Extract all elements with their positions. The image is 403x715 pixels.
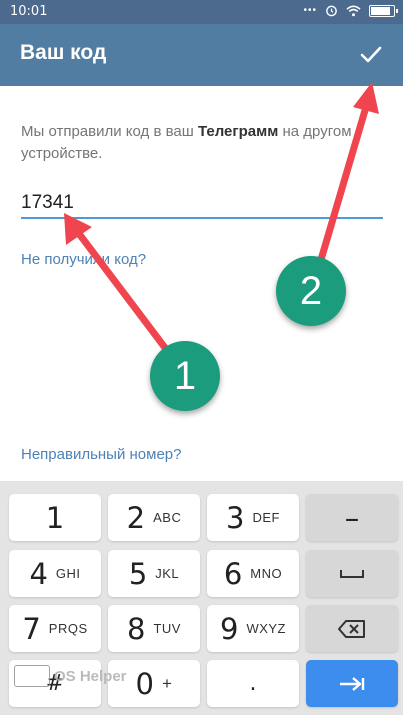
wifi-icon — [346, 5, 361, 16]
backspace-icon — [338, 619, 365, 638]
key-digit: 1 — [45, 500, 65, 535]
arrow-2-head — [353, 82, 379, 114]
key-1[interactable]: 1 — [9, 494, 101, 541]
key-digit: 6 — [223, 556, 243, 591]
info-bold: Телеграмм — [197, 123, 279, 140]
key-digit: 9 — [219, 611, 239, 646]
space-icon — [340, 569, 364, 578]
key-digit: 8 — [127, 611, 146, 646]
status-icons: ••• — [303, 4, 398, 17]
checkmark-icon — [360, 46, 382, 63]
minus-label: – — [344, 500, 360, 535]
key-9[interactable]: 9 WXYZ — [207, 605, 299, 652]
key-dot[interactable]: . — [207, 660, 299, 707]
code-input[interactable] — [21, 189, 383, 219]
key-6[interactable]: 6 MNO — [207, 550, 299, 597]
dots-icon: ••• — [303, 5, 317, 16]
key-letters: MNO — [250, 566, 283, 581]
space-key[interactable] — [306, 550, 398, 597]
key-digit: 2 — [126, 500, 146, 535]
key-digit: 3 — [226, 500, 245, 535]
enter-arrow-icon — [340, 676, 365, 691]
key-letters: + — [162, 673, 173, 693]
page-title: Ваш код — [20, 41, 107, 64]
key-digit: 4 — [29, 556, 48, 591]
backspace-key[interactable] — [306, 605, 398, 652]
key-letters: DEF — [252, 510, 280, 525]
battery-icon — [369, 4, 398, 17]
key-letters: ABC — [153, 510, 182, 525]
key-4[interactable]: 4 GHI — [9, 550, 101, 597]
key-digit: . — [249, 671, 257, 696]
key-2[interactable]: 2 ABC — [108, 494, 200, 541]
key-5[interactable]: 5 JKL — [108, 550, 200, 597]
key-digit: 7 — [22, 611, 41, 646]
annotation-badge-1: 1 — [150, 341, 220, 411]
key-letters: PRQS — [48, 621, 88, 636]
key-letters: TUV — [153, 621, 181, 636]
status-bar: 10:01 ••• — [0, 0, 403, 24]
status-time: 10:01 — [10, 4, 48, 19]
key-letters: GHI — [55, 566, 81, 581]
key-letters: WXYZ — [246, 621, 286, 636]
app-bar: Ваш код — [0, 24, 403, 86]
key-7[interactable]: 7 PRQS — [9, 605, 101, 652]
no-code-link[interactable]: Не получили код? — [21, 251, 146, 268]
watermark: OS Helper — [14, 664, 127, 688]
key-letters: JKL — [155, 566, 180, 581]
enter-key[interactable] — [306, 660, 398, 707]
key-8[interactable]: 8 TUV — [108, 605, 200, 652]
key-digit: 0 — [135, 666, 154, 701]
info-text: Мы отправили код в ваш Телеграмм на друг… — [21, 121, 391, 165]
key-digit: 5 — [128, 556, 148, 591]
info-prefix: Мы отправили код в ваш — [21, 123, 198, 140]
confirm-button[interactable] — [351, 35, 391, 75]
key-3[interactable]: 3 DEF — [207, 494, 299, 541]
alarm-icon — [326, 5, 337, 17]
minus-key[interactable]: – — [306, 494, 398, 541]
wrong-number-link[interactable]: Неправильный номер? — [21, 446, 181, 463]
watermark-text: OS Helper — [54, 667, 127, 685]
annotation-badge-2: 2 — [276, 256, 346, 326]
watermark-logo-icon — [14, 665, 50, 687]
